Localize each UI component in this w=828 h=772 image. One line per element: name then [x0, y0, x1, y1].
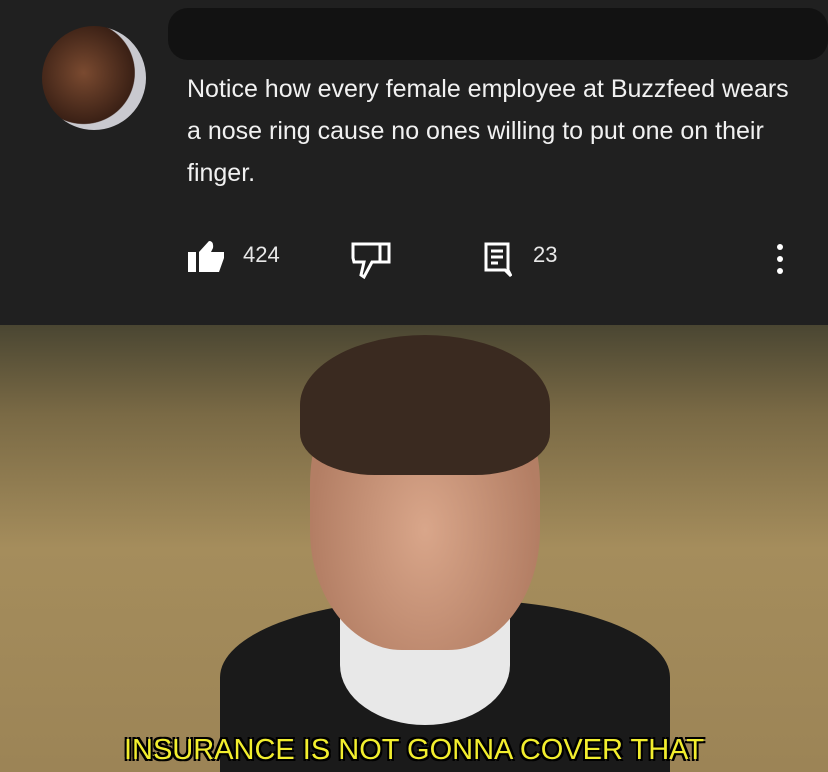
comment-card: Notice how every female employee at Buzz…: [0, 0, 828, 325]
reply-icon[interactable]: [484, 240, 512, 280]
thumbs-down-icon[interactable]: [350, 240, 392, 280]
thumbs-up-icon[interactable]: [187, 240, 227, 274]
more-vert-icon[interactable]: [774, 240, 786, 280]
comment-text: Notice how every female employee at Buzz…: [187, 75, 789, 187]
avatar[interactable]: [42, 26, 146, 130]
hair: [300, 335, 550, 475]
like-count: 424: [243, 242, 280, 267]
meme-subtitle: INSURANCE IS NOT GONNA COVER THAT: [123, 734, 705, 766]
redacted-username: [168, 8, 828, 60]
reply-count: 23: [533, 242, 558, 267]
